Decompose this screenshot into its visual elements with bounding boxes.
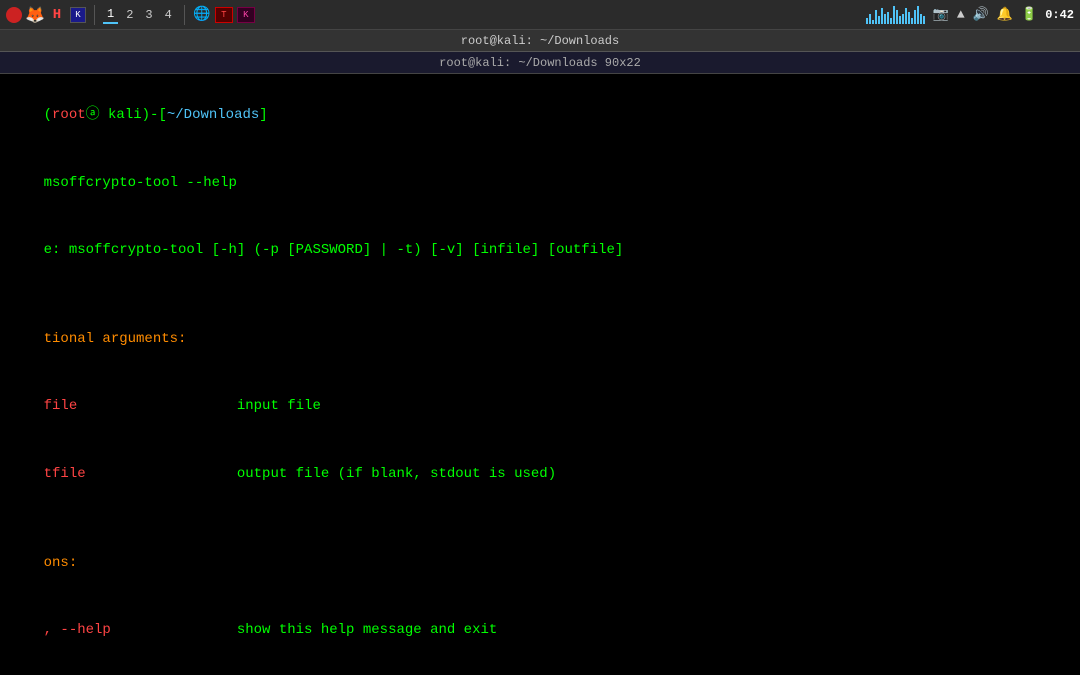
taskbar-num-3[interactable]: 3: [141, 7, 156, 23]
terminal-prompt-1: (rootⓐ kali)-[~/Downloads]: [10, 82, 1070, 149]
arg-outfile-name: tfile: [44, 466, 237, 482]
win-title-text: root@kali: ~/Downloads 90x22: [439, 56, 641, 70]
app-icon-firefox[interactable]: 🦊: [26, 6, 44, 24]
bell-icon[interactable]: 🔔: [997, 7, 1013, 22]
taskbar-num-4[interactable]: 4: [161, 7, 176, 23]
window-subtitle: root@kali: ~/Downloads 90x22: [0, 52, 1080, 74]
prompt-host: kali: [100, 107, 142, 123]
taskbar-right: 📷 ▲ 🔊 🔔 🔋 0:42: [866, 6, 1074, 24]
arg-infile-desc: input file: [237, 398, 321, 414]
camera-icon[interactable]: 📷: [933, 7, 949, 22]
app-icon-terminal-red[interactable]: T: [215, 7, 233, 23]
prompt-close-bracket: ]: [259, 107, 267, 123]
prompt-sep1: )-[: [142, 107, 167, 123]
terminal-arg-outfile: tfile output file (if blank, stdout is u…: [10, 440, 1070, 507]
opt-help-desc: show this help message and exit: [237, 622, 497, 638]
opt-help-name: , --help: [44, 622, 237, 638]
window-titlebar: root@kali: ~/Downloads: [0, 30, 1080, 52]
cpu-graph: [866, 6, 925, 24]
terminal-arg-infile: file input file: [10, 373, 1070, 440]
wifi-icon[interactable]: ▲: [957, 7, 965, 22]
taskbar-num-1[interactable]: 1: [103, 6, 118, 24]
taskbar-divider-1: [94, 5, 95, 25]
terminal-usage-line: e: msoffcrypto-tool [-h] (-p [PASSWORD] …: [10, 216, 1070, 283]
terminal-opt-password-1: [PASSWORD], --password [PASSWORD]: [10, 664, 1070, 675]
terminal-area[interactable]: (rootⓐ kali)-[~/Downloads] msoffcrypto-t…: [0, 74, 1080, 675]
taskbar-left: 🦊 H K 1 2 3 4 🌐 T K: [6, 5, 866, 25]
command-text: msoffcrypto-tool --help: [44, 175, 237, 191]
prompt-open-paren: (: [44, 107, 52, 123]
app-icon-4[interactable]: K: [70, 7, 86, 23]
taskbar-divider-2: [184, 5, 185, 25]
terminal-blank-1: [10, 284, 1070, 306]
terminal-opt-help: , --help show this help message and exit: [10, 597, 1070, 664]
app-icon-1[interactable]: [6, 7, 22, 23]
audio-icon[interactable]: 🔊: [973, 7, 989, 22]
app-icon-browser[interactable]: 🌐: [193, 6, 211, 24]
usage-text: e: msoffcrypto-tool [-h] (-p [PASSWORD] …: [44, 242, 624, 258]
clock: 0:42: [1045, 8, 1074, 22]
section-positional-label: tional arguments:: [44, 331, 187, 347]
section-options-label: ons:: [44, 555, 78, 571]
prompt-root-label: root: [52, 107, 86, 123]
prompt-at: ⓐ: [86, 107, 100, 123]
arg-infile-name: file: [44, 398, 237, 414]
app-icon-last[interactable]: K: [237, 7, 255, 23]
app-icon-3[interactable]: H: [48, 6, 66, 24]
title-text: root@kali: ~/Downloads: [461, 34, 619, 48]
battery-icon[interactable]: 🔋: [1021, 7, 1037, 22]
taskbar-num-2[interactable]: 2: [122, 7, 137, 23]
terminal-section-positional: tional arguments:: [10, 306, 1070, 373]
terminal-blank-2: [10, 507, 1070, 529]
arg-outfile-desc: output file (if blank, stdout is used): [237, 466, 556, 482]
prompt-path-1: ~/Downloads: [167, 107, 259, 123]
taskbar: 🦊 H K 1 2 3 4 🌐 T K: [0, 0, 1080, 30]
terminal-section-options: ons:: [10, 530, 1070, 597]
terminal-command-line: msoffcrypto-tool --help: [10, 149, 1070, 216]
